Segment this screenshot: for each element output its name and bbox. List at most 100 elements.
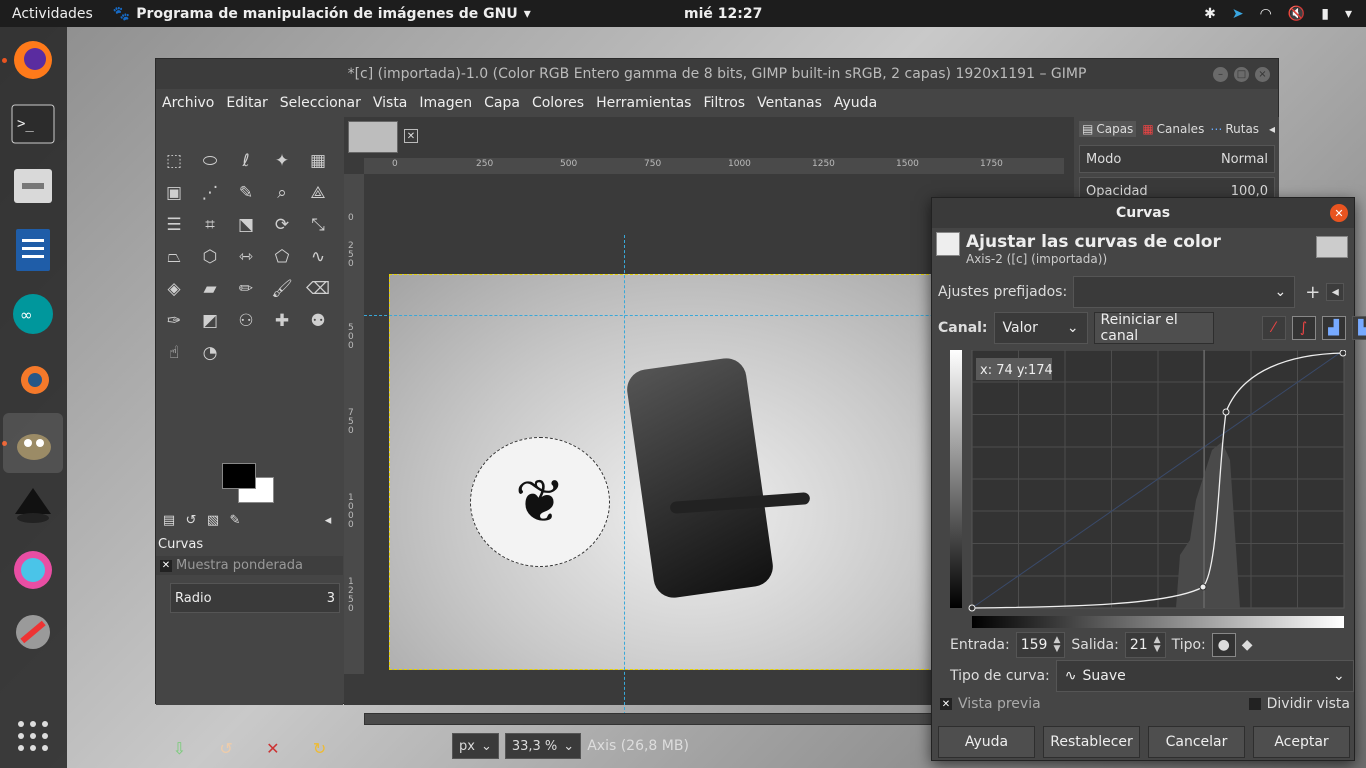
smooth-point-icon[interactable]: ● <box>1211 633 1236 657</box>
presets-menu-icon[interactable]: ◂ <box>1326 283 1345 301</box>
add-preset-icon[interactable]: + <box>1305 282 1320 303</box>
close-button[interactable]: × <box>1255 66 1270 82</box>
libreoffice-writer-icon[interactable] <box>8 225 58 275</box>
horizontal-ruler[interactable]: 0 250 500 750 1000 1250 1500 1750 <box>364 158 1064 174</box>
krita-icon[interactable] <box>8 545 58 595</box>
corner-point-icon[interactable]: ◆ <box>1242 637 1253 653</box>
slack-icon[interactable]: ✱ <box>1204 6 1216 22</box>
channel-combo[interactable]: Valor ⌄ <box>993 312 1088 344</box>
preview-checkbox[interactable]: ✕ Vista previa <box>940 696 1041 712</box>
mode-row[interactable]: Modo Normal <box>1079 145 1275 173</box>
perspective-icon[interactable]: ⏢ <box>160 243 188 271</box>
menu-colores[interactable]: Colores <box>532 95 584 111</box>
log-histogram-icon[interactable]: ∫ <box>1291 316 1316 340</box>
tab-canales[interactable]: ▦ Canales <box>1142 122 1204 136</box>
bucket-fill-icon[interactable]: ◈ <box>160 275 188 303</box>
firefox-icon[interactable] <box>8 35 58 85</box>
maximize-button[interactable]: □ <box>1234 66 1249 82</box>
flip-icon[interactable]: ⇿ <box>232 243 260 271</box>
reset-button[interactable]: Restablecer <box>1043 726 1140 758</box>
gimp-icon[interactable] <box>3 413 63 473</box>
dodge-burn-icon[interactable]: ◔ <box>196 339 224 367</box>
radius-spinner[interactable]: Radio 3 <box>170 583 340 613</box>
tab-capas[interactable]: ▤ Capas <box>1079 121 1137 137</box>
3d-transform-icon[interactable]: ⬡ <box>196 243 224 271</box>
foreground-select-icon[interactable]: ▣ <box>160 179 188 207</box>
measure-icon[interactable]: ⟁ <box>304 179 332 207</box>
rotate-icon[interactable]: ⟳ <box>268 211 296 239</box>
curve-point[interactable] <box>1339 349 1347 357</box>
settings-icon[interactable] <box>8 607 58 657</box>
presets-combo[interactable]: ⌄ <box>1073 276 1296 308</box>
fg-bg-colors[interactable] <box>220 461 280 505</box>
menu-vista[interactable]: Vista <box>373 95 408 111</box>
chevron-down-icon[interactable]: ▾ <box>1345 6 1352 22</box>
minimize-button[interactable]: – <box>1213 66 1228 82</box>
volume-muted-icon[interactable]: 🔇 <box>1288 6 1305 22</box>
cage-transform-icon[interactable]: ⬠ <box>268 243 296 271</box>
linear-histogram-icon[interactable]: ⁄ <box>1261 316 1286 340</box>
crop-icon[interactable]: ⌗ <box>196 211 224 239</box>
brushes-tab-icon[interactable]: ✎ <box>226 511 244 529</box>
images-tab-icon[interactable]: ▧ <box>204 511 222 529</box>
files-icon[interactable] <box>8 161 58 211</box>
curve-point[interactable] <box>968 604 976 612</box>
tab-rutas[interactable]: ⋯ Rutas <box>1210 122 1259 136</box>
curve-graph-svg[interactable]: x: 74 y:174 <box>950 349 1347 628</box>
cancel-button[interactable]: Cancelar <box>1148 726 1245 758</box>
histogram-smooth-icon[interactable]: ▙ <box>1351 316 1366 340</box>
scale-icon[interactable]: ⤡ <box>304 211 332 239</box>
foreground-color[interactable] <box>222 463 256 489</box>
ok-button[interactable]: Aceptar <box>1253 726 1350 758</box>
image-canvas[interactable]: ❦ <box>389 274 939 670</box>
split-view-checkbox[interactable]: Dividir vista <box>1248 696 1350 712</box>
rect-select-icon[interactable]: ⬚ <box>160 147 188 175</box>
menu-seleccionar[interactable]: Seleccionar <box>280 95 361 111</box>
arduino-icon[interactable]: ∞ <box>8 289 58 339</box>
perspective-clone-icon[interactable]: ⚉ <box>304 307 332 335</box>
delete-options-icon[interactable]: ✕ <box>266 739 279 758</box>
undo-history-tab-icon[interactable]: ↺ <box>182 511 200 529</box>
help-button[interactable]: Ayuda <box>938 726 1035 758</box>
activities-button[interactable]: Actividades <box>0 6 105 22</box>
vertical-ruler[interactable]: 0 250 500 750 1000 1250 <box>344 174 364 674</box>
eraser-icon[interactable]: ⌫ <box>304 275 332 303</box>
menu-ayuda[interactable]: Ayuda <box>834 95 877 111</box>
menu-archivo[interactable]: Archivo <box>162 95 214 111</box>
curve-type-combo[interactable]: ∿ Suave ⌄ <box>1055 660 1354 692</box>
align-icon[interactable]: ☰ <box>160 211 188 239</box>
dialog-titlebar[interactable]: Curvas ✕ <box>932 198 1354 228</box>
app-menu[interactable]: 🐾 Programa de manipulación de imágenes d… <box>113 6 531 22</box>
color-picker-icon[interactable]: ✎ <box>232 179 260 207</box>
window-titlebar[interactable]: *[c] (importada)-1.0 (Color RGB Entero g… <box>156 59 1278 89</box>
battery-icon[interactable]: ▮ <box>1321 6 1329 22</box>
close-icon[interactable]: ✕ <box>404 129 418 143</box>
curve-point[interactable] <box>1222 408 1230 416</box>
panel-menu-icon[interactable]: ◂ <box>319 511 337 529</box>
image-thumbnail-tab[interactable] <box>348 121 398 153</box>
histogram-view-icon[interactable]: ▟ <box>1321 316 1346 340</box>
input-spinner[interactable]: 159 ▲ ▼ <box>1015 632 1066 658</box>
vertical-guide[interactable] <box>624 235 625 715</box>
paintbrush-icon[interactable]: 🖌 <box>268 275 296 303</box>
close-icon[interactable]: ✕ <box>1330 204 1348 222</box>
inkscape-icon[interactable] <box>8 481 58 531</box>
free-select-icon[interactable]: ℓ <box>232 147 260 175</box>
tool-options-tab-icon[interactable]: ▤ <box>160 511 178 529</box>
unified-transform-icon[interactable]: ⬔ <box>232 211 260 239</box>
fuzzy-select-icon[interactable]: ✦ <box>268 147 296 175</box>
mypaint-brush-icon[interactable]: ◩ <box>196 307 224 335</box>
clone-icon[interactable]: ⚇ <box>232 307 260 335</box>
curve-graph[interactable]: x: 74 y:174 <box>950 349 1347 628</box>
gradient-icon[interactable]: ▰ <box>196 275 224 303</box>
menu-herramientas[interactable]: Herramientas <box>596 95 691 111</box>
clock[interactable]: mié 12:27 <box>684 6 762 22</box>
menu-imagen[interactable]: Imagen <box>419 95 472 111</box>
paths-icon[interactable]: ⋰ <box>196 179 224 207</box>
menu-capa[interactable]: Capa <box>484 95 520 111</box>
unit-select[interactable]: px ⌄ <box>452 733 499 759</box>
smudge-icon[interactable]: ☝ <box>160 339 188 367</box>
color-select-icon[interactable]: ▦ <box>304 147 332 175</box>
panel-menu-icon[interactable]: ◂ <box>1269 122 1275 136</box>
menu-filtros[interactable]: Filtros <box>703 95 745 111</box>
